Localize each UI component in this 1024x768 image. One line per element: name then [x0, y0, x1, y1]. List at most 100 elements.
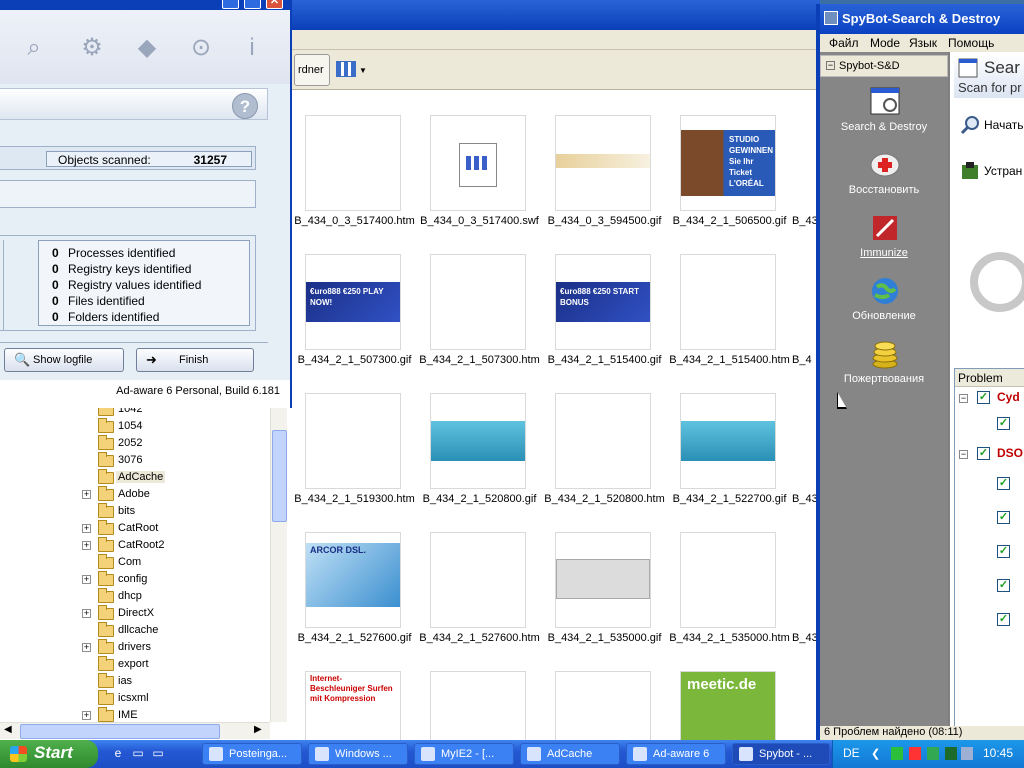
taskbar-button[interactable]: Ad-aware 6	[626, 743, 726, 765]
web-search-icon[interactable]: ⊙	[185, 32, 217, 64]
tree-item[interactable]: 1054	[0, 418, 270, 436]
thumbnail-item[interactable]: ARCOR DSL. B_434_2_1_527600.gif	[292, 509, 417, 648]
taskbar-button[interactable]: AdCache	[520, 743, 620, 765]
spybot-title-bar[interactable]: SpyBot-Search & Destroy	[820, 4, 1024, 34]
problem-item[interactable]: ✓	[955, 475, 1024, 493]
thumbnail-item[interactable]: B_434_0_3_517400.swf	[417, 92, 542, 231]
expand-icon[interactable]: +	[82, 541, 91, 550]
checkbox[interactable]: ✓	[997, 477, 1010, 490]
collapse-icon[interactable]: −	[959, 450, 968, 459]
quick-launch-ie-icon[interactable]: e	[110, 746, 126, 762]
thumbnail-item[interactable]: B_434_2_1_520800.htm	[542, 370, 667, 509]
finish-button[interactable]: ➜ Finish	[136, 348, 254, 372]
quick-launch-app-icon[interactable]: ▭	[150, 746, 166, 762]
start-button[interactable]: Start	[0, 740, 98, 768]
expand-icon[interactable]: +	[82, 490, 91, 499]
checkbox[interactable]: ✓	[997, 613, 1010, 626]
expand-icon[interactable]: +	[82, 609, 91, 618]
problem-item[interactable]: ✓	[955, 415, 1024, 433]
taskbar-button[interactable]: Posteinga...	[202, 743, 302, 765]
problem-item[interactable]: ✓	[955, 509, 1024, 527]
problem-item[interactable]: ✓	[955, 577, 1024, 595]
plugins-box-icon[interactable]: ◆	[131, 32, 163, 64]
tray-app-icon[interactable]	[961, 747, 973, 760]
thumbnail-item[interactable]: B_434_2_1_527600.htm	[417, 509, 542, 648]
thumbnail-item[interactable]: B_434_2_1_507300.htm	[417, 231, 542, 370]
checkbox[interactable]: ✓	[977, 391, 990, 404]
spybot-tree-root[interactable]: − Spybot-S&D	[820, 55, 948, 77]
thumbnail-item[interactable]: B_434_2_1_519300.htm	[292, 370, 417, 509]
menu-mode[interactable]: Mode	[870, 36, 900, 50]
quick-launch-app-icon[interactable]: ▭	[130, 746, 146, 762]
checkbox[interactable]: ✓	[977, 447, 990, 460]
scan-icon[interactable]: ⌕	[18, 32, 50, 64]
tree-vertical-scrollbar[interactable]	[270, 400, 287, 722]
menu-help[interactable]: Помощь	[948, 36, 994, 50]
language-indicator[interactable]: DE	[843, 746, 860, 760]
help-icon[interactable]: ?	[232, 93, 258, 119]
collapse-icon[interactable]: −	[826, 61, 835, 70]
thumbnail-item[interactable]: B_434_0_3_517400.htm	[292, 92, 417, 231]
menu-language[interactable]: Язык	[909, 36, 937, 50]
settings-gear-icon[interactable]: ⚙	[76, 32, 108, 64]
thumbnail-item[interactable]: €uro888 €250 PLAY NOW! B_434_2_1_507300.g…	[292, 231, 417, 370]
nav-donations[interactable]: Пожертвования	[820, 338, 948, 400]
thumbnail-item[interactable]	[417, 648, 542, 740]
tree-item[interactable]: Com	[0, 554, 270, 572]
thumbnail-item[interactable]: B_434_2_1_520800.gif	[417, 370, 542, 509]
tree-item[interactable]: 3076	[0, 452, 270, 470]
start-scan-button[interactable]: Начать	[954, 110, 1024, 140]
problem-item[interactable]: ✓	[955, 611, 1024, 629]
tree-item[interactable]: export	[0, 656, 270, 674]
views-button[interactable]: ▼	[334, 58, 367, 82]
taskbar-button[interactable]: Windows ...	[308, 743, 408, 765]
show-logfile-button[interactable]: 🔍 Show logfile	[4, 348, 124, 372]
nav-recovery[interactable]: Восстановить	[820, 149, 948, 211]
nav-search-destroy[interactable]: Search & Destroy	[820, 86, 948, 148]
maximize-button[interactable]	[244, 0, 261, 9]
thumbnail-item[interactable]: STUDIO GEWINNEN Sie Ihr Ticket L'ORÉAL B_…	[667, 92, 792, 231]
problem-group[interactable]: − ✓ Cyd	[955, 389, 1024, 407]
scrollbar-thumb[interactable]	[272, 430, 287, 522]
tree-item[interactable]: bits	[0, 503, 270, 521]
tray-arrow-icon[interactable]: ❮	[871, 747, 883, 760]
taskbar-button[interactable]: MyIE2 - [...	[414, 743, 514, 765]
tray-app-icon[interactable]	[891, 747, 903, 760]
taskbar-button[interactable]: Spybot - ...	[732, 743, 830, 765]
tree-horizontal-scrollbar[interactable]: ◀ ▶	[0, 722, 270, 739]
tree-item[interactable]: AdCache	[0, 469, 270, 487]
thumbnail-item[interactable]: €uro888 €250 START BONUS B_434_2_1_515400…	[542, 231, 667, 370]
thumbnail-item[interactable]: B_434_2_1_515400.htm	[667, 231, 792, 370]
close-button[interactable]: ✕	[266, 0, 283, 9]
folders-button[interactable]: rdner	[294, 54, 330, 86]
tree-item[interactable]: icsxml	[0, 690, 270, 708]
problem-item[interactable]: ✓	[955, 543, 1024, 561]
checkbox[interactable]: ✓	[997, 579, 1010, 592]
checkbox[interactable]: ✓	[997, 511, 1010, 524]
checkbox[interactable]: ✓	[997, 417, 1010, 430]
tree-item[interactable]: ias	[0, 673, 270, 691]
fix-problems-button[interactable]: Устран	[954, 156, 1024, 186]
collapse-icon[interactable]: −	[959, 394, 968, 403]
tree-item[interactable]: + DirectX	[0, 605, 270, 623]
thumbnail-item[interactable]: Internet-Beschleuniger Surfen mit Kompre…	[292, 648, 417, 740]
problem-column-header[interactable]: Problem	[955, 369, 1024, 387]
expand-icon[interactable]: +	[82, 575, 91, 584]
tray-app-icon[interactable]	[945, 747, 957, 760]
thumbnail-item[interactable]: B_434_2_1_535000.gif	[542, 509, 667, 648]
tree-item[interactable]: + config	[0, 571, 270, 589]
checkbox[interactable]: ✓	[997, 545, 1010, 558]
tree-item[interactable]: + Adobe	[0, 486, 270, 504]
thumbnail-item[interactable]: B_434_2_1_522700.gif	[667, 370, 792, 509]
nav-immunize[interactable]: Immunize	[820, 212, 948, 274]
tree-item[interactable]: dllcache	[0, 622, 270, 640]
info-icon[interactable]: i	[236, 32, 268, 64]
nav-update[interactable]: Обновление	[820, 275, 948, 337]
expand-icon[interactable]: +	[82, 643, 91, 652]
thumbnail-item[interactable]: B_434_0_3_594500.gif	[542, 92, 667, 231]
tree-item[interactable]: + drivers	[0, 639, 270, 657]
tray-app-icon[interactable]	[927, 747, 939, 760]
scroll-left-icon[interactable]: ◀	[4, 724, 12, 735]
tree-item[interactable]: dhcp	[0, 588, 270, 606]
scroll-right-icon[interactable]: ▶	[254, 724, 262, 735]
